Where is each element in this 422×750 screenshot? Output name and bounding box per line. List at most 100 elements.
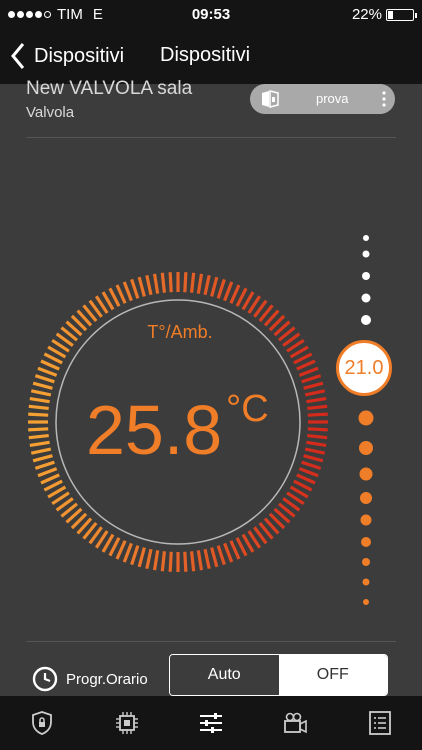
- dial-tick: [37, 366, 58, 377]
- temperature-unit: °C: [226, 388, 269, 430]
- dial-tick: [160, 272, 167, 293]
- divider: [26, 641, 396, 642]
- slider-dot: [359, 467, 373, 481]
- setpoint-handle[interactable]: 21.0: [336, 340, 392, 396]
- dial-tick: [115, 540, 127, 560]
- mode-selector[interactable]: Auto OFF: [169, 654, 388, 696]
- dial-tick: [306, 396, 327, 404]
- current-temperature: 25.8: [86, 391, 223, 469]
- dial-tick: [28, 412, 49, 417]
- dial-tick: [40, 359, 60, 371]
- slider-dot: [361, 315, 371, 325]
- dial-tick: [145, 274, 153, 296]
- dial-tick: [152, 273, 160, 294]
- status-bar: TIM E 09:53 22%: [0, 0, 422, 30]
- dial-tick: [115, 284, 127, 304]
- list-icon: [368, 711, 391, 735]
- dial-tick: [145, 548, 153, 570]
- dial-tick: [34, 374, 55, 384]
- dial-tick: [160, 551, 167, 572]
- dial-tick: [168, 551, 173, 572]
- log-tab[interactable]: [338, 696, 422, 750]
- devices-tab[interactable]: [84, 696, 168, 750]
- dial-tick: [28, 404, 49, 411]
- dial-tick: [303, 454, 324, 463]
- sliders-icon: [200, 713, 223, 733]
- dial-tick: [130, 278, 140, 299]
- slider-dot: [359, 441, 373, 455]
- dial-tick: [122, 281, 133, 302]
- dial-tick: [30, 447, 52, 455]
- dial-tick: [210, 276, 219, 297]
- device-header: New VALVOLA sala Valvola prova: [0, 78, 422, 138]
- dial-tick: [28, 427, 49, 432]
- dial-tick: [37, 467, 58, 478]
- schedule-label[interactable]: Progr.Orario: [66, 671, 148, 688]
- dial-tick: [296, 359, 316, 371]
- dial-tick: [307, 433, 328, 440]
- clock-icon[interactable]: [32, 666, 58, 692]
- dial-tick: [304, 447, 326, 455]
- dial-tick: [306, 440, 327, 448]
- dial-tick: [183, 272, 188, 293]
- dial-tick: [223, 281, 234, 302]
- slider-dot: [362, 578, 370, 586]
- security-tab[interactable]: [0, 696, 84, 750]
- back-button[interactable]: Dispositivi: [10, 42, 124, 70]
- dial-tick: [122, 542, 133, 563]
- controls-tab[interactable]: [169, 696, 253, 750]
- mode-auto-button[interactable]: Auto: [170, 655, 279, 695]
- slider-dot: [360, 492, 372, 504]
- dial-tick: [29, 440, 50, 448]
- more-vertical-icon[interactable]: [379, 89, 389, 109]
- dial-tick: [203, 274, 211, 296]
- setpoint-slider[interactable]: [336, 230, 396, 610]
- back-label: Dispositivi: [34, 44, 125, 67]
- mode-off-button[interactable]: OFF: [278, 655, 387, 695]
- dial-tick: [203, 548, 211, 570]
- slider-dot: [360, 514, 372, 526]
- group-label: prova: [316, 91, 349, 106]
- dial-tick: [296, 473, 316, 485]
- dial-tick: [210, 547, 219, 568]
- nav-bar: Dispositivi Dispositivi: [0, 30, 422, 84]
- dial-tick: [130, 545, 140, 566]
- chip-icon: [115, 712, 138, 734]
- dial-tick: [229, 540, 241, 560]
- dial-tick: [40, 473, 60, 485]
- dial-tick: [298, 366, 319, 377]
- dial-tick: [34, 460, 55, 470]
- divider: [26, 137, 396, 138]
- group-pill-button[interactable]: prova: [250, 84, 395, 114]
- dial-tick: [29, 396, 50, 404]
- dial-tick: [28, 433, 49, 440]
- dial-tick: [216, 278, 226, 299]
- room-icon: [262, 90, 279, 108]
- dial-tick: [216, 545, 226, 566]
- dial-tick: [168, 272, 173, 293]
- dial-tick: [196, 273, 204, 294]
- dial-tick: [301, 374, 322, 384]
- dial-tick: [30, 389, 52, 397]
- slider-dot: [362, 558, 370, 566]
- dial-tick: [196, 550, 204, 571]
- dial-tick: [301, 460, 322, 470]
- slider-dot: [362, 250, 370, 258]
- battery-status: 22%: [352, 6, 417, 23]
- dial-tick: [152, 550, 160, 571]
- video-camera-icon: [284, 712, 308, 734]
- dial-tick: [137, 276, 146, 297]
- chevron-left-icon: [11, 43, 25, 69]
- dial-tick: [183, 551, 188, 572]
- dial-tick: [223, 542, 234, 563]
- dial-label: T°/Amb.: [147, 322, 213, 342]
- slider-dot: [361, 537, 371, 547]
- camera-tab[interactable]: [253, 696, 337, 750]
- dial-tick: [229, 284, 241, 304]
- mode-row: Progr.Orario Auto OFF: [0, 654, 422, 698]
- slider-dot: [363, 235, 369, 241]
- battery-icon: [386, 8, 417, 21]
- dial-tick: [307, 404, 328, 411]
- tab-bar: [0, 696, 422, 750]
- slider-dot: [362, 272, 370, 280]
